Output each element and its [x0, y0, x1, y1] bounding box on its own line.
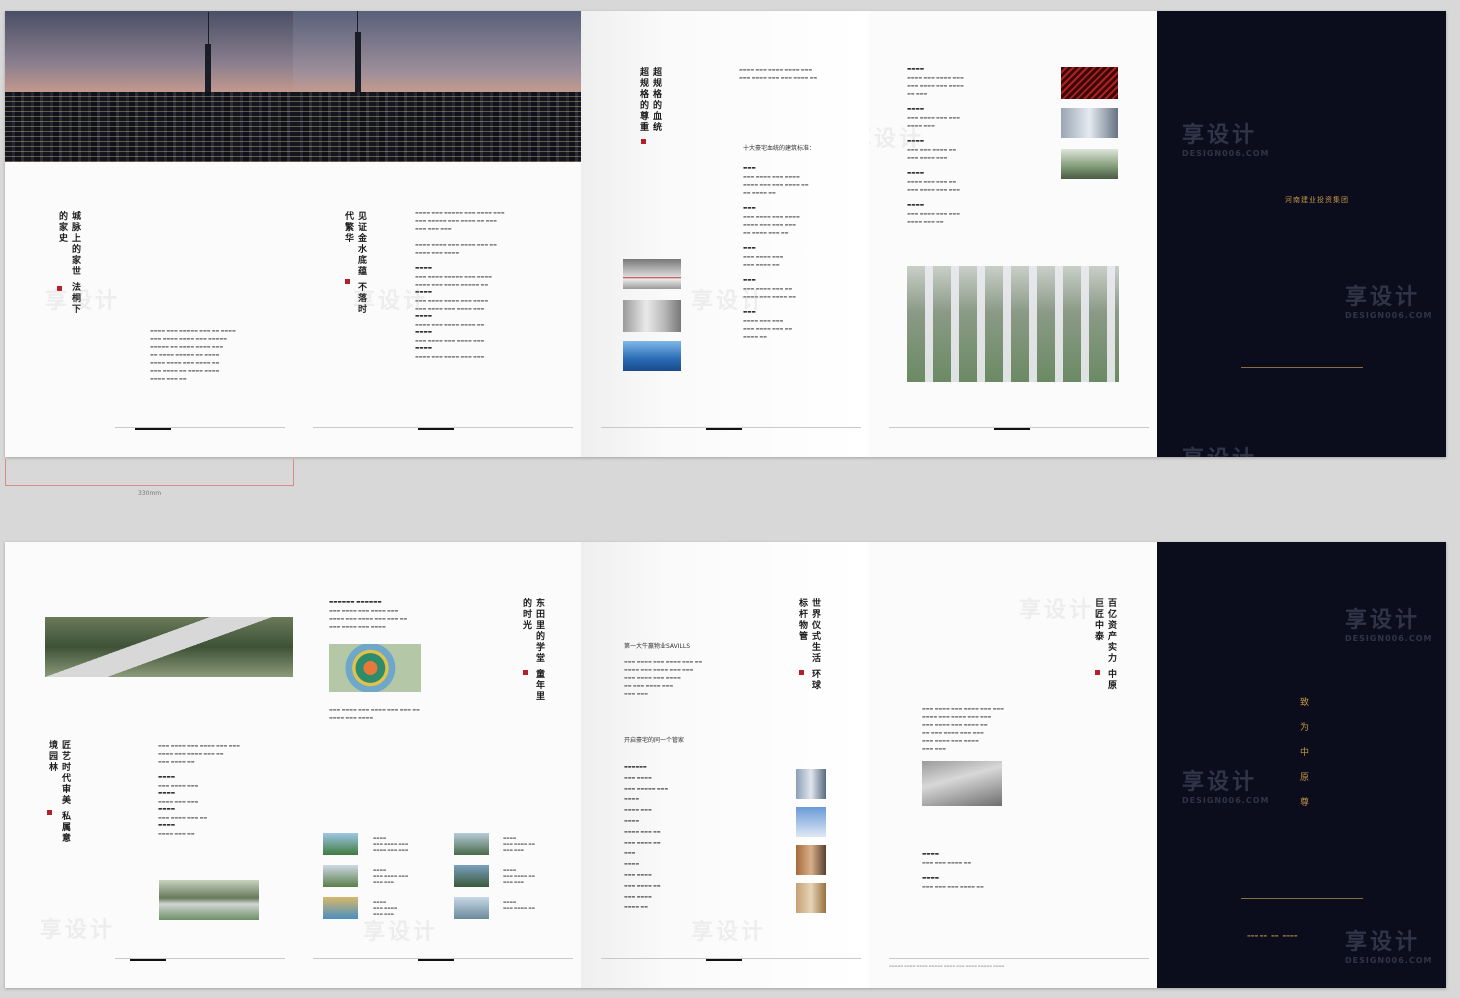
section-heading: 开启豪宅的同一个管家 [624, 737, 685, 744]
body-text: ▬▬▬ ▬▬▬▬ ▬▬▬ ▬▬▬▬ ▬▬▬ ▬▬ ▬▬▬▬ ▬▬▬ ▬▬▬▬ ▬▬… [624, 659, 703, 696]
page-footer-bar [130, 959, 166, 961]
top-panel-5-back-cover: 河南建业投资集团 享设计 DESIGN006.COM 享设计 DESIGN006.C… [1157, 11, 1446, 457]
dimension-label: 330mm [138, 490, 162, 497]
aerial-rendering-photo [907, 266, 1119, 382]
service-list: ▬▬▬▬▬▬ ▬▬▬ ▬▬▬▬ ▬▬▬ ▬▬▬▬▬ ▬▬▬ ▬▬▬▬ ▬▬▬▬ ▬▬▬ ▬… [624, 764, 669, 910]
page-footer-bar [994, 428, 1030, 430]
detail-photo [1061, 67, 1118, 99]
page-title: 世界仪式生活 环球标杆物管 [797, 598, 820, 692]
tower-photo [796, 807, 826, 837]
watermark: 享设计 DESIGN006.COM [1345, 285, 1433, 320]
watermark: 享设计 [691, 289, 767, 314]
water-photo [623, 341, 681, 371]
body-text: ▬▬▬▬ ▬▬▬ ▬▬▬▬▬ ▬▬▬ ▬▬ ▬▬▬▬ ▬▬▬ ▬▬▬▬ ▬▬▬▬ … [150, 328, 236, 381]
dimension-ruler [5, 459, 294, 486]
page-title: 百亿资产实力 中原巨匠中泰 [1093, 598, 1116, 692]
bottom-panel-3: 第一大牛赢物业SAVILLS ▬▬▬ ▬▬▬▬ ▬▬▬ ▬▬▬▬ ▬▬▬ ▬▬ ▬… [581, 542, 869, 988]
activity-photo [454, 865, 489, 887]
city-skyline-photo [293, 11, 581, 162]
watermark: 享设计 [363, 920, 439, 945]
seal-stamp [1095, 670, 1100, 675]
activity-photo [454, 897, 489, 919]
body-text: ▬▬▬▬ ▬▬▬ ▬▬▬ ▬▬▬▬ ▬▬ ▬▬▬▬ ▬▬▬ ▬▬▬ ▬▬▬ ▬▬▬▬ … [922, 852, 984, 889]
body-text: ▬▬▬ ▬▬▬▬ ▬▬▬ ▬▬▬▬ ▬▬▬ ▬▬▬ ▬▬ ▬▬▬▬ ▬▬▬ ▬▬▬… [329, 707, 420, 720]
bottom-spread: 匠艺时代审美 私属意境园林 ▬▬▬ ▬▬▬▬ ▬▬▬ ▬▬▬▬ ▬▬▬ ▬▬▬ ▬… [5, 542, 1446, 988]
body-text: ▬▬▬▬ ▬▬▬ ▬▬▬▬▬ ▬▬▬ ▬▬▬▬ ▬▬▬ ▬▬▬ ▬▬▬▬▬ ▬▬▬… [415, 210, 505, 359]
top-panel-3: 超规格的血统 超规格的尊重 ▬▬▬▬ ▬▬▬ ▬▬▬▬ ▬▬▬▬ ▬▬▬ ▬▬▬ … [581, 11, 869, 457]
activity-caption: ▬▬▬▬ ▬▬▬ ▬▬▬▬ ▬▬▬ ▬▬▬ ▬▬▬ [373, 868, 409, 884]
garden-photo [1061, 149, 1118, 179]
activity-photo [323, 833, 358, 855]
page-title: 匠艺时代审美 私属意境园林 [47, 740, 70, 845]
smart-home-photo [1061, 108, 1118, 138]
page-footer-bar [135, 428, 171, 430]
bottom-panel-4: 百亿资产实力 中原巨匠中泰 ▬▬▬ ▬▬▬▬ ▬▬▬ ▬▬▬▬ ▬▬▬ ▬▬▬ ▬… [869, 542, 1157, 988]
bottom-panel-1: 匠艺时代审美 私属意境园林 ▬▬▬ ▬▬▬▬ ▬▬▬ ▬▬▬▬ ▬▬▬ ▬▬▬ ▬… [5, 542, 293, 988]
page-footer-bar [418, 428, 454, 430]
bottom-panel-5-cover: 致为中原尊 ▬▬▬ ▬▬ ▬▬ ▬▬▬▬ 享设计 DESIGN006.COM 享设… [1157, 542, 1446, 988]
top-spread: 城脉上的家世 法桐下的家史 ▬▬▬▬ ▬▬▬ ▬▬▬▬▬ ▬▬▬ ▬▬ ▬▬▬▬… [5, 11, 1446, 457]
logo-stone-photo [922, 761, 1002, 806]
watermark: 享设计 [1019, 598, 1095, 623]
activity-photo [323, 865, 358, 887]
lobby-photo [623, 259, 681, 289]
watermark: 享设计 [45, 289, 121, 314]
page-title: 东田里的学堂 童年里的时光 [521, 598, 544, 703]
page-title: 超规格的血统 超规格的尊重 [638, 67, 661, 133]
body-text: ▬▬▬ ▬▬▬▬ ▬▬▬ ▬▬▬▬ ▬▬▬ ▬▬▬ ▬▬▬▬ ▬▬▬ ▬▬▬▬ ▬… [158, 743, 240, 836]
seal-stamp [641, 139, 646, 144]
playground-photo [329, 644, 421, 692]
body-text: ▬▬▬▬▬▬ ▬▬▬▬▬▬ ▬▬▬ ▬▬▬▬ ▬▬▬ ▬▬▬▬ ▬▬▬ ▬▬▬▬ ▬… [329, 600, 408, 629]
corridor-photo [623, 300, 681, 332]
top-panel-1: 城脉上的家世 法桐下的家史 ▬▬▬▬ ▬▬▬ ▬▬▬▬▬ ▬▬▬ ▬▬ ▬▬▬▬… [5, 11, 293, 457]
activity-caption: ▬▬▬▬ ▬▬▬ ▬▬▬▬ ▬▬▬ ▬▬▬▬ ▬▬▬ ▬▬▬ [373, 836, 409, 852]
page-footer-bar [706, 959, 742, 961]
body-text: ▬▬▬ ▬▬▬▬ ▬▬▬ ▬▬▬▬ ▬▬▬ ▬▬▬ ▬▬▬▬ ▬▬▬ ▬▬▬▬ ▬… [922, 706, 1004, 751]
activity-caption: ▬▬▬▬ ▬▬▬ ▬▬▬▬ ▬▬ ▬▬▬ ▬▬▬ [503, 836, 535, 852]
page-footer-bar [706, 428, 742, 430]
page-footer-bar [418, 959, 454, 961]
watermark: 享设计 [691, 920, 767, 945]
activity-photo [323, 897, 358, 919]
seal-stamp [345, 279, 350, 284]
footer-text: ▬▬▬▬▬ ▬▬▬▬ ▬▬▬▬ ▬▬▬▬▬ ▬▬▬▬ ▬▬▬ ▬▬▬▬ ▬▬▬▬… [889, 964, 1005, 968]
activity-caption: ▬▬▬▬ ▬▬▬ ▬▬▬▬ ▬▬ [503, 900, 535, 910]
gold-divider [1241, 367, 1363, 368]
watermark: 享设计 [869, 127, 925, 152]
garden-aerial-photo [159, 880, 259, 920]
seal-stamp [47, 810, 52, 815]
watermark: 享设计 DESIGN006.COM [1182, 123, 1270, 158]
seal-stamp [799, 670, 804, 675]
seal-stamp [523, 670, 528, 675]
watermark: 享设计 DESIGN006.COM [1345, 608, 1433, 643]
activity-caption: ▬▬▬▬ ▬▬▬ ▬▬▬▬ ▬▬ ▬▬▬ ▬▬▬ [503, 868, 535, 884]
cover-slogan: 致为中原尊 [1298, 697, 1308, 822]
body-text: ▬▬▬▬ ▬▬▬ ▬▬▬▬ ▬▬▬▬ ▬▬▬ ▬▬▬ ▬▬▬▬ ▬▬▬ ▬▬▬ ▬… [739, 67, 818, 80]
company-logo: 河南建业投资集团 [1285, 196, 1349, 204]
watermark: 享设计 [353, 289, 429, 314]
cover-footer-text: ▬▬▬ ▬▬ ▬▬ ▬▬▬▬ [1247, 933, 1298, 938]
landscape-path-photo [45, 617, 293, 677]
tower-photo [796, 845, 826, 875]
top-panel-4: ▬▬▬▬ ▬▬▬▬ ▬▬▬ ▬▬▬▬ ▬▬▬ ▬▬▬ ▬▬▬▬ ▬▬▬ ▬▬▬▬ ▬▬… [869, 11, 1157, 457]
section-heading: 第一大牛赢物业SAVILLS [624, 643, 691, 650]
watermark: 享设计 DESIGN006.COM [1345, 930, 1433, 965]
tower-photo [796, 883, 826, 913]
top-panel-2: 见证金水底蕴 不落时代繁华 ▬▬▬▬ ▬▬▬ ▬▬▬▬▬ ▬▬▬ ▬▬▬▬ ▬▬… [293, 11, 581, 457]
watermark: 享设计 [1182, 441, 1257, 457]
watermark: 享设计 [40, 918, 116, 943]
tower-photo [796, 769, 826, 799]
activity-photo [454, 833, 489, 855]
gold-divider [1241, 898, 1363, 899]
section-heading: 十大豪宅血统的建筑标准： [743, 145, 816, 152]
bottom-panel-2: ▬▬▬▬▬▬ ▬▬▬▬▬▬ ▬▬▬ ▬▬▬▬ ▬▬▬ ▬▬▬▬ ▬▬▬ ▬▬▬▬ ▬… [293, 542, 581, 988]
watermark: 享设计 DESIGN006.COM [1182, 770, 1270, 805]
city-skyline-photo [5, 11, 293, 162]
